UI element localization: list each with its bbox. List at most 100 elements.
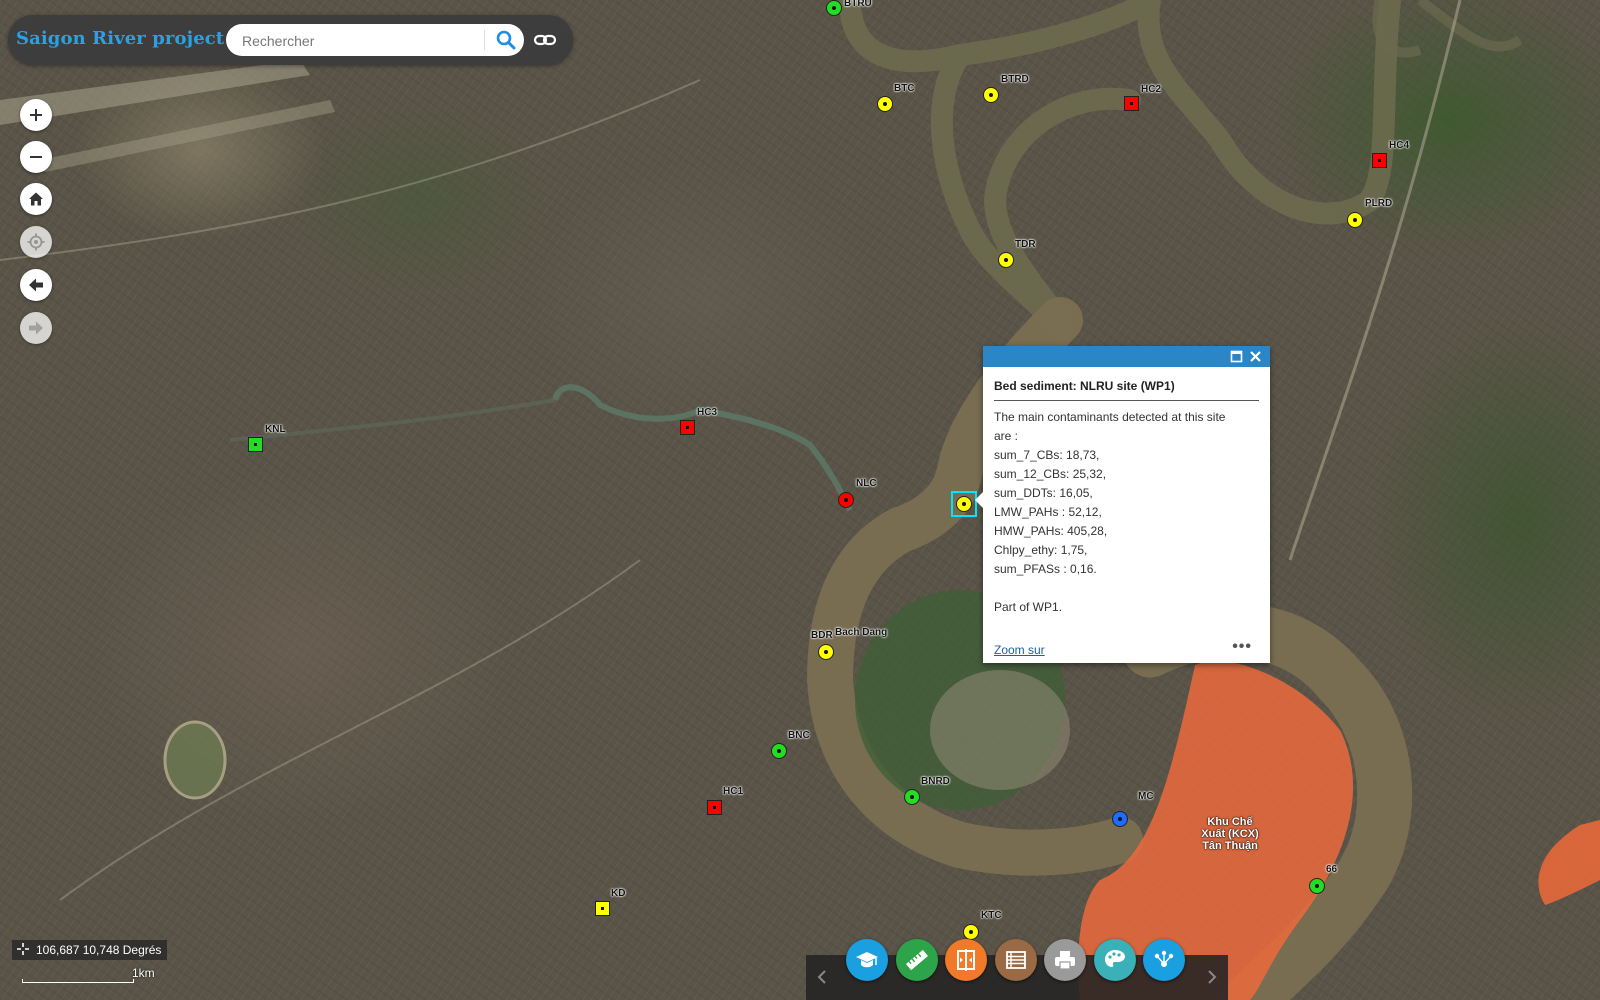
crosshair-icon (17, 943, 29, 955)
site-label: MC (1138, 791, 1154, 802)
toolbar-next-button[interactable] (1202, 963, 1222, 991)
contaminant-line: sum_7_CBs: 18,73, (994, 448, 1100, 462)
popup-close-button[interactable] (1248, 349, 1263, 364)
next-extent-button[interactable] (20, 312, 52, 344)
home-icon (29, 192, 43, 206)
share-link-button[interactable] (532, 28, 558, 52)
contaminant-line: Chlpy_ethy: 1,75, (994, 543, 1088, 557)
site-label: HC3 (697, 407, 718, 418)
popup-footer-text: Part of WP1. (994, 600, 1063, 614)
place-label-bach-dang: Bach Dang (835, 627, 888, 638)
site-label: KD (611, 888, 626, 899)
popup-maximize-button[interactable] (1230, 350, 1243, 363)
palette-icon (1105, 950, 1125, 967)
swipe-icon (957, 949, 975, 971)
arrow-left-icon (29, 278, 43, 292)
swipe-tool-button[interactable] (945, 939, 987, 981)
basemap-tool-button[interactable] (1094, 939, 1136, 981)
search-button[interactable] (494, 28, 518, 52)
zoom-to-link[interactable]: Zoom sur (994, 643, 1045, 657)
site-label: KTC (981, 910, 1002, 921)
site-label: 66 (1326, 864, 1338, 875)
popup-divider (994, 400, 1259, 401)
search-box (226, 24, 524, 56)
search-input[interactable] (240, 30, 474, 52)
measure-tool-button[interactable] (896, 939, 938, 981)
chevron-left-icon (817, 970, 826, 984)
locate-button[interactable] (20, 226, 52, 258)
site-label: NLC (856, 478, 877, 489)
site-marker[interactable] (818, 644, 834, 660)
site-marker[interactable] (838, 492, 854, 508)
more-options-button[interactable]: ••• (1232, 638, 1252, 656)
popup-intro: The main contaminants detected at this s… (994, 410, 1226, 424)
zoom-out-button[interactable] (20, 141, 52, 173)
zoom-in-button[interactable] (20, 99, 52, 131)
app-title: Saigon River project (16, 28, 225, 49)
site-marker[interactable] (680, 420, 695, 435)
locate-icon (27, 233, 45, 251)
search-divider (484, 30, 485, 50)
site-marker[interactable] (1112, 811, 1128, 827)
share-tool-button[interactable] (1143, 939, 1185, 981)
legend-tool-button[interactable] (846, 939, 888, 981)
site-label: BTRU (844, 0, 872, 9)
coordinate-display[interactable]: 106,687 10,748 Degrés (12, 940, 168, 960)
site-marker[interactable] (983, 87, 999, 103)
popup-intro: are : (994, 429, 1019, 443)
home-button[interactable] (20, 183, 52, 215)
site-label: TDR (1015, 239, 1036, 250)
arrow-right-icon (29, 321, 43, 335)
site-marker[interactable] (248, 437, 263, 452)
site-label: PLRD (1365, 198, 1393, 209)
popup-title: Bed sediment: NLRU site (WP1) (994, 379, 1175, 393)
contaminant-line: sum_PFASs : 0,16. (994, 562, 1097, 576)
site-marker[interactable] (998, 252, 1014, 268)
chevron-right-icon (1208, 970, 1217, 984)
popup-content: The main contaminants detected at this s… (994, 408, 1262, 617)
site-marker[interactable] (826, 0, 842, 16)
contaminant-line: sum_12_CBs: 25,32, (994, 467, 1107, 481)
site-marker[interactable] (904, 789, 920, 805)
site-marker[interactable] (707, 800, 722, 815)
previous-extent-button[interactable] (20, 269, 52, 301)
site-marker[interactable] (1309, 878, 1325, 894)
scale-line (22, 979, 134, 983)
contaminant-line: sum_DDTs: 16,05, (994, 486, 1093, 500)
site-marker[interactable] (771, 743, 787, 759)
site-marker[interactable] (1124, 96, 1139, 111)
site-marker[interactable] (963, 924, 979, 940)
industrial-zone-label: Khu Chế Xuất (KCX) Tân Thuận (1201, 816, 1259, 852)
selection-highlight (951, 491, 977, 517)
site-marker[interactable] (877, 96, 893, 112)
toolbar-prev-button[interactable] (812, 963, 832, 991)
contaminant-line: LMW_PAHs : 52,12, (994, 505, 1102, 519)
map-view[interactable]: Khu Chế Xuất (KCX) Tân Thuận BTRU BTC BT… (0, 0, 1600, 1000)
ruler-icon (906, 949, 928, 971)
printer-icon (1055, 951, 1075, 970)
graduation-cap-icon (856, 952, 878, 968)
site-label: BDR (811, 630, 833, 641)
site-marker[interactable] (1347, 212, 1363, 228)
search-icon (496, 30, 516, 50)
minus-icon (30, 156, 42, 158)
print-tool-button[interactable] (1044, 939, 1086, 981)
share-icon (1154, 950, 1174, 967)
layer-list-tool-button[interactable] (995, 939, 1037, 981)
site-label: HC2 (1141, 84, 1162, 95)
maximize-icon (1230, 350, 1243, 363)
site-popup: Bed sediment: NLRU site (WP1) The main c… (975, 346, 1270, 663)
site-label: KNL (265, 424, 286, 435)
site-label: HC4 (1389, 140, 1410, 151)
map-features (0, 0, 1600, 1000)
plus-icon (30, 109, 42, 121)
site-marker[interactable] (1372, 153, 1387, 168)
site-label: BTRD (1001, 74, 1029, 85)
site-marker[interactable] (595, 901, 610, 916)
list-icon (1006, 951, 1026, 969)
contaminant-line: HMW_PAHs: 405,28, (994, 524, 1108, 538)
close-icon (1250, 351, 1261, 362)
industrial-zone-east (1538, 820, 1600, 905)
site-label: BTC (894, 83, 915, 94)
popup-header (983, 346, 1270, 367)
